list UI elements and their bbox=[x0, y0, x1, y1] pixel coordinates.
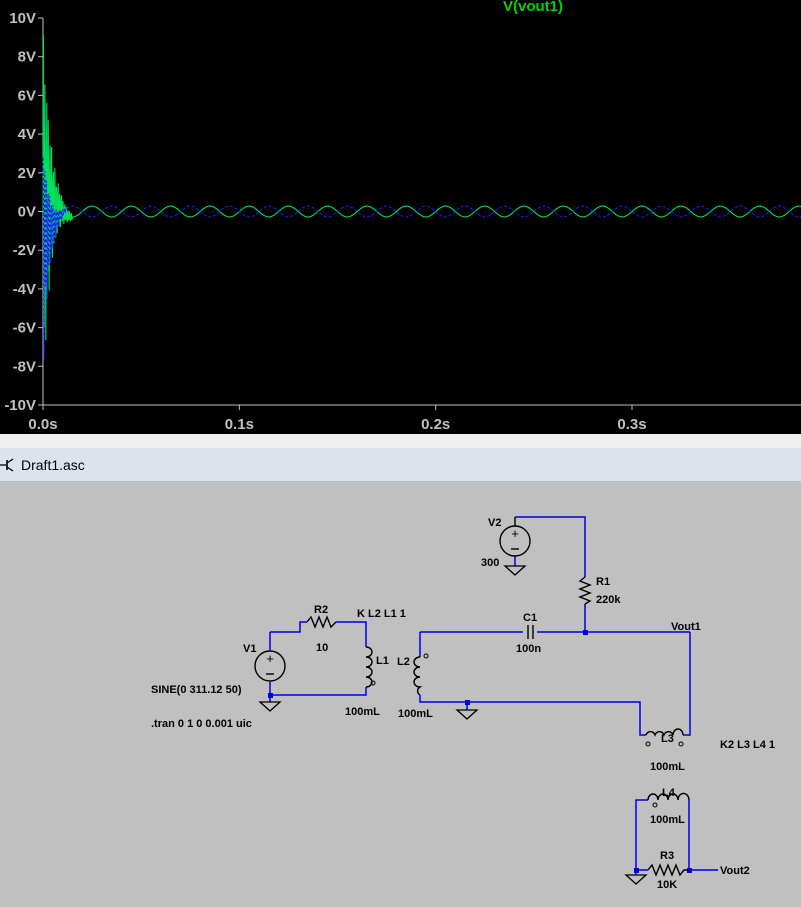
resistor-r3[interactable]: R3 10K bbox=[647, 850, 689, 891]
plot-axes: 10V 8V 6V 4V 2V 0V -2V -4V -6V -8V -10V 0.0s 0.1s 0.2… bbox=[4, 10, 801, 433]
r1-name: R1 bbox=[596, 576, 610, 588]
l3-name: L3 bbox=[661, 733, 674, 745]
r3-name: R3 bbox=[660, 850, 674, 862]
l1-name: L1 bbox=[376, 655, 389, 667]
y-tick-label: -2V bbox=[13, 242, 36, 259]
x-tick-label: 0.3s bbox=[617, 416, 646, 433]
l1-value: 100mL bbox=[345, 706, 380, 718]
l4-name: L4 bbox=[662, 787, 676, 799]
l4-value: 100mL bbox=[650, 814, 685, 826]
c1-name: C1 bbox=[523, 612, 537, 624]
series-line-vout1 bbox=[42, 35, 801, 341]
y-tick-label: -4V bbox=[13, 281, 36, 298]
ground-icon bbox=[258, 701, 282, 712]
inductor-l1[interactable]: L1 100mL bbox=[345, 646, 389, 718]
pane-divider[interactable] bbox=[0, 434, 801, 448]
r3-value: 10K bbox=[657, 879, 677, 891]
waveform-viewer[interactable]: V(vout1) 10V 8V 6V 4V 2V 0V -2V -4V -6V -8V -10V 0.… bbox=[0, 0, 801, 434]
v2-name: V2 bbox=[488, 517, 501, 529]
l2-value: 100mL bbox=[398, 708, 433, 720]
waveform-plot[interactable]: V(vout1) 10V 8V 6V 4V 2V 0V -2V -4V -6V -8V -10V 0.… bbox=[0, 0, 801, 434]
resistor-r1[interactable]: R1 220k bbox=[578, 576, 621, 606]
coupling-k2[interactable]: K2 L3 L4 1 bbox=[720, 739, 775, 751]
tab-draft1[interactable]: Draft1.asc bbox=[21, 457, 85, 473]
c1-value: 100n bbox=[516, 643, 541, 655]
r2-value: 10 bbox=[316, 642, 328, 654]
ground-icon bbox=[455, 709, 479, 720]
l3-value: 100mL bbox=[650, 761, 685, 773]
v1-name: V1 bbox=[243, 643, 256, 655]
y-tick-label: 10V bbox=[9, 10, 36, 27]
inductor-l3[interactable]: L3 100mL bbox=[645, 728, 685, 773]
x-tick-label: 0.2s bbox=[421, 416, 450, 433]
net-label-vout1[interactable]: Vout1 bbox=[671, 621, 701, 633]
inductor-l4[interactable]: L4 100mL bbox=[647, 787, 690, 826]
coupling-k1[interactable]: K L2 L1 1 bbox=[357, 608, 406, 620]
schematic-icon bbox=[0, 458, 14, 472]
tab-bar: Draft1.asc bbox=[0, 448, 801, 482]
r1-value: 220k bbox=[596, 594, 621, 606]
schematic-editor[interactable]: + V2 300 R1 220k C1 100n Vout1 L2 100mL bbox=[0, 482, 801, 907]
resistor-r2[interactable]: R2 10 bbox=[306, 604, 337, 654]
plot-traces bbox=[42, 35, 801, 361]
x-tick-label: 0.0s bbox=[28, 416, 57, 433]
y-tick-label: -6V bbox=[13, 320, 36, 337]
ground-icon bbox=[624, 874, 648, 885]
y-tick-label: 8V bbox=[18, 49, 36, 66]
y-tick-label: 0V bbox=[18, 204, 36, 221]
tran-directive[interactable]: .tran 0 1 0 0.001 uic bbox=[151, 718, 252, 730]
y-tick-label: -8V bbox=[13, 358, 36, 375]
ground-icon bbox=[503, 565, 527, 576]
voltage-source-v2[interactable]: + V2 300 bbox=[481, 517, 531, 569]
v1-value: SINE(0 311.12 50) bbox=[151, 684, 242, 696]
svg-text:+: + bbox=[266, 651, 274, 666]
series-line-blue bbox=[42, 157, 801, 361]
inductor-l2[interactable]: L2 100mL bbox=[397, 653, 433, 720]
y-tick-label: 2V bbox=[18, 165, 36, 182]
svg-text:+: + bbox=[511, 526, 519, 541]
junction-dots bbox=[268, 630, 692, 873]
schematic-canvas[interactable]: + V2 300 R1 220k C1 100n Vout1 L2 100mL bbox=[0, 482, 801, 907]
v2-value: 300 bbox=[481, 557, 499, 569]
r2-name: R2 bbox=[314, 604, 328, 616]
y-tick-label: -10V bbox=[4, 397, 36, 414]
net-label-vout2[interactable]: Vout2 bbox=[720, 865, 750, 877]
y-tick-label: 4V bbox=[18, 126, 36, 143]
trace-name-label[interactable]: V(vout1) bbox=[503, 0, 563, 15]
voltage-source-v1[interactable]: + V1 SINE(0 311.12 50) bbox=[151, 643, 286, 696]
l2-name: L2 bbox=[397, 656, 410, 668]
y-tick-label: 6V bbox=[18, 87, 36, 104]
x-tick-label: 0.1s bbox=[225, 416, 254, 433]
capacitor-c1[interactable]: C1 100n bbox=[516, 612, 541, 655]
